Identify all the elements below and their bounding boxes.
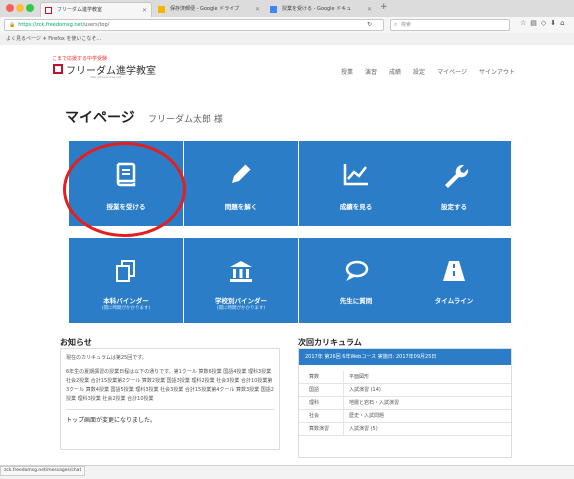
notice-item[interactable]: トップ画面が変更になりました。 <box>66 416 274 425</box>
notice-title: お知らせ <box>60 338 92 347</box>
tile-label: タイムライン <box>434 297 474 305</box>
table-row: 社会 歴史・入試問題 <box>299 410 511 423</box>
docs-favicon-icon <box>270 6 277 13</box>
tile-settings[interactable]: 設定する <box>397 141 511 226</box>
notice-panel: 現在のカリキュラムは第25回です。 6年生の夏期講習の授業日程は以下の通りです。… <box>60 348 280 450</box>
reload-icon[interactable]: ↻ <box>367 20 372 30</box>
status-bar: zck.freedomsg.net/messages/chat <box>0 465 574 479</box>
tab-close-icon[interactable]: ✕ <box>142 3 147 17</box>
toolbar-icons: ☆▤◇⬇⌂ <box>520 19 569 27</box>
pocket-icon[interactable]: ◇ <box>541 19 550 27</box>
nav-lessons[interactable]: 授業 <box>341 69 353 76</box>
subject-cell: 国語 <box>309 387 320 393</box>
search-placeholder: 検索 <box>401 22 412 28</box>
search-icon: ⌕ <box>394 21 398 28</box>
subject-cell: 理科 <box>309 400 320 406</box>
tile-label: 設定する <box>441 203 467 211</box>
new-tab-icon[interactable]: + <box>380 2 388 12</box>
tab-bar: フリーダム進学教室 ✕ 保存済郵便 - Google ドライブ ✕ 授業を受ける… <box>0 0 574 17</box>
tile-sublabel: (開に時間がかかります) <box>216 306 266 311</box>
chat-icon <box>299 256 413 286</box>
subject-cell: 社会 <box>309 413 320 419</box>
url-host: https://zck.freedomsg.net <box>18 22 83 28</box>
highlight-circle <box>63 142 186 237</box>
notice-line: 現在のカリキュラムは第25回です。 <box>66 355 147 361</box>
browser-tab-docs[interactable]: 授業を受ける - Google ドキュ ✕ <box>266 2 376 17</box>
site-favicon-icon <box>45 7 52 14</box>
minimize-window-button[interactable] <box>16 4 24 12</box>
bookmarks-bar[interactable]: よく見るページ ✈ Firefox を使いこなそ... <box>0 33 574 45</box>
content-cell: 地層と岩石・入試演習 <box>349 400 400 406</box>
tab-close-icon[interactable]: ✕ <box>367 2 372 17</box>
content-cell: 平面図形 <box>349 374 370 380</box>
nav-practice[interactable]: 演習 <box>365 69 377 76</box>
browser-chrome: フリーダム進学教室 ✕ 保存済郵便 - Google ドライブ ✕ 授業を受ける… <box>0 0 574 45</box>
curriculum-panel: 2017年 第26回 6年Webコース 実施日: 2017年09月25日 算数 平… <box>298 348 512 458</box>
logo-mark-icon[interactable] <box>53 64 63 74</box>
status-url: zck.freedomsg.net/messages/chat <box>0 466 86 476</box>
reading-list-icon[interactable]: ▤ <box>530 19 541 27</box>
star-icon[interactable]: ☆ <box>520 19 530 27</box>
address-field[interactable]: 🔒 https://zck.freedomsg.net/users/top/ ↻ <box>4 19 384 31</box>
copy-icon <box>69 256 183 286</box>
content-cell: 入試演習 (5) <box>349 426 378 432</box>
tab-close-icon[interactable]: ✕ <box>255 2 260 17</box>
notice-body: 6年生の夏期講習の授業日程は以下の通りです。第1クール 算数6授業 国語4授業 … <box>66 369 274 402</box>
home-icon[interactable]: ⌂ <box>560 19 568 27</box>
nav-signout[interactable]: サインアウト <box>479 69 515 76</box>
tile-label: 問題を解く <box>224 203 258 211</box>
tab-title: 保存済郵便 - Google ドライブ <box>170 6 240 12</box>
tile-label: 先生に質問 <box>339 297 373 305</box>
download-icon[interactable]: ⬇ <box>550 19 560 27</box>
search-input[interactable]: ⌕ 検索 <box>390 19 510 31</box>
url-bar: 🔒 https://zck.freedomsg.net/users/top/ ↻ … <box>0 17 574 33</box>
drive-favicon-icon <box>158 6 165 13</box>
lock-icon: 🔒 <box>9 22 16 28</box>
line-chart-icon <box>299 159 413 189</box>
content-cell: 入試演習 (14) <box>349 387 381 393</box>
top-nav: 授業 演習 成績 設定 マイページ サインアウト <box>341 67 527 76</box>
tile-view-grades[interactable]: 成績を見る <box>299 141 413 226</box>
nav-mypage[interactable]: マイページ <box>437 69 467 76</box>
tab-title: フリーダム進学教室 <box>57 7 103 13</box>
content-cell: 歴史・入試問題 <box>349 413 385 419</box>
url-path: /users/top/ <box>82 22 110 28</box>
curriculum-title: 次回カリキュラム <box>298 338 362 347</box>
tile-ask-teacher[interactable]: 先生に質問 <box>299 238 413 323</box>
tile-school-binder[interactable]: 学校別バインダー (開に時間がかかります) <box>184 238 298 323</box>
tile-label: 成績を見る <box>339 203 373 211</box>
tile-label: 本科バインダー <box>103 297 149 305</box>
subject-cell: 算数演習 <box>309 426 330 432</box>
user-name: フリーダム太郎 様 <box>148 115 223 125</box>
divider <box>66 409 274 410</box>
close-window-button[interactable] <box>6 4 14 12</box>
web-page: こまで応援する中学受験 フリーダム進学教室 http://freedomsg.n… <box>0 45 574 465</box>
page-title: マイページ <box>65 110 135 126</box>
tab-title: 授業を受ける - Google ドキュ <box>282 6 352 12</box>
table-row: 算数演習 入試演習 (5) <box>299 423 511 436</box>
tile-label: 学校別バインダー <box>215 297 267 305</box>
wrench-icon <box>397 159 511 189</box>
browser-tab-drive[interactable]: 保存済郵便 - Google ドライブ ✕ <box>154 2 264 17</box>
browser-tab-active[interactable]: フリーダム進学教室 ✕ <box>40 2 152 17</box>
bank-icon <box>184 256 298 286</box>
nav-grades[interactable]: 成績 <box>389 69 401 76</box>
road-icon <box>397 256 511 286</box>
tile-timeline[interactable]: タイムライン <box>397 238 511 323</box>
tile-sublabel: (開に時間がかかります) <box>101 306 151 311</box>
logo-tagline: こまで応援する中学受験 <box>52 56 108 62</box>
table-row: 算数 平面図形 <box>299 371 511 384</box>
tile-solve-problems[interactable]: 問題を解く <box>184 141 298 226</box>
pencil-icon <box>184 159 298 189</box>
subject-cell: 算数 <box>309 374 320 380</box>
table-row: 国語 入試演習 (14) <box>299 384 511 397</box>
nav-settings[interactable]: 設定 <box>413 69 425 76</box>
curriculum-header: 2017年 第26回 6年Webコース 実施日: 2017年09月25日 <box>299 349 511 365</box>
logo-url: http://freedomsg.net <box>90 75 122 79</box>
zoom-window-button[interactable] <box>26 4 34 12</box>
tile-main-binder[interactable]: 本科バインダー (開に時間がかかります) <box>69 238 183 323</box>
table-row: 理科 地層と岩石・入試演習 <box>299 397 511 410</box>
